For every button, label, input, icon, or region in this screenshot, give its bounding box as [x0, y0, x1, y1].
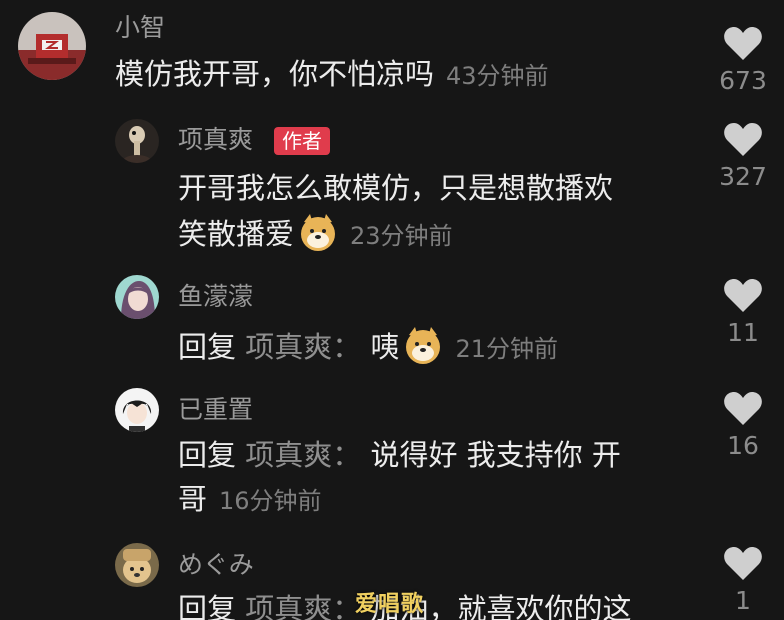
author-badge: 作者	[274, 127, 330, 155]
comment-body: 笑散播爱	[178, 217, 295, 251]
username[interactable]: 已重置	[178, 395, 253, 425]
like-button[interactable]: 1	[713, 546, 773, 616]
comment-body: 说得好 我支持你 开	[370, 438, 621, 472]
like-count: 16	[727, 431, 759, 460]
comment-text-line2: 哥 16分钟前	[178, 481, 322, 519]
heart-icon	[724, 392, 762, 425]
doge-emoji-icon	[403, 325, 443, 365]
like-count: 1	[735, 586, 751, 615]
ostrich-photo-avatar	[115, 119, 159, 163]
avatar[interactable]	[115, 388, 159, 432]
username[interactable]: 项真爽	[178, 125, 253, 155]
comment-body: 模仿我开哥，你不怕凉吗	[115, 57, 435, 91]
reply-target[interactable]: 项真爽：	[245, 330, 361, 364]
comment-text-line1: 回复 项真爽： 说得好 我支持你 开	[178, 437, 621, 473]
avatar[interactable]	[115, 119, 159, 163]
heart-icon	[724, 123, 762, 156]
comment-body: 咦	[370, 330, 400, 364]
timestamp: 16分钟前	[219, 487, 322, 515]
anime-girl-avatar	[115, 275, 159, 319]
reply-prefix: 回复	[178, 330, 237, 364]
like-button[interactable]: 673	[713, 26, 773, 96]
like-button[interactable]: 11	[713, 278, 773, 348]
comment-text-line2: 笑散播爱 23分钟前	[178, 212, 453, 254]
avatar[interactable]	[115, 275, 159, 319]
comment-text: 模仿我开哥，你不怕凉吗 43分钟前	[115, 56, 549, 94]
like-button[interactable]: 16	[713, 391, 773, 461]
comment-text: 回复 项真爽： 咦 21分钟前	[178, 325, 558, 367]
heart-icon	[724, 27, 762, 60]
timestamp: 21分钟前	[455, 335, 559, 363]
avatar[interactable]	[18, 12, 86, 80]
like-button[interactable]: 327	[713, 122, 773, 192]
like-count: 673	[719, 66, 767, 95]
reply-prefix: 回复	[178, 438, 237, 472]
anime-boy-avatar	[115, 388, 159, 432]
heart-icon	[724, 547, 762, 580]
doge-emoji-icon	[298, 212, 338, 252]
username[interactable]: 鱼濛濛	[178, 282, 253, 312]
comment-body: 哥	[178, 482, 208, 516]
reply-prefix: 回复	[178, 592, 237, 620]
dog-photo-avatar	[115, 543, 159, 587]
timestamp: 43分钟前	[446, 62, 549, 90]
reply-target[interactable]: 项真爽：	[245, 592, 361, 620]
tower-photo-avatar	[18, 12, 86, 80]
avatar[interactable]	[115, 543, 159, 587]
like-count: 11	[727, 318, 759, 347]
username[interactable]: 小智	[115, 13, 165, 43]
reply-target[interactable]: 项真爽：	[245, 438, 361, 472]
username[interactable]: めぐみ	[178, 550, 254, 580]
watermark: 爱唱歌	[355, 592, 425, 617]
timestamp: 23分钟前	[350, 222, 453, 250]
comment-body: 开哥我怎么敢模仿，只是想散播欢	[178, 171, 614, 205]
like-count: 327	[719, 162, 767, 191]
comment-text-line1: 开哥我怎么敢模仿，只是想散播欢	[178, 170, 613, 206]
heart-icon	[724, 279, 762, 312]
